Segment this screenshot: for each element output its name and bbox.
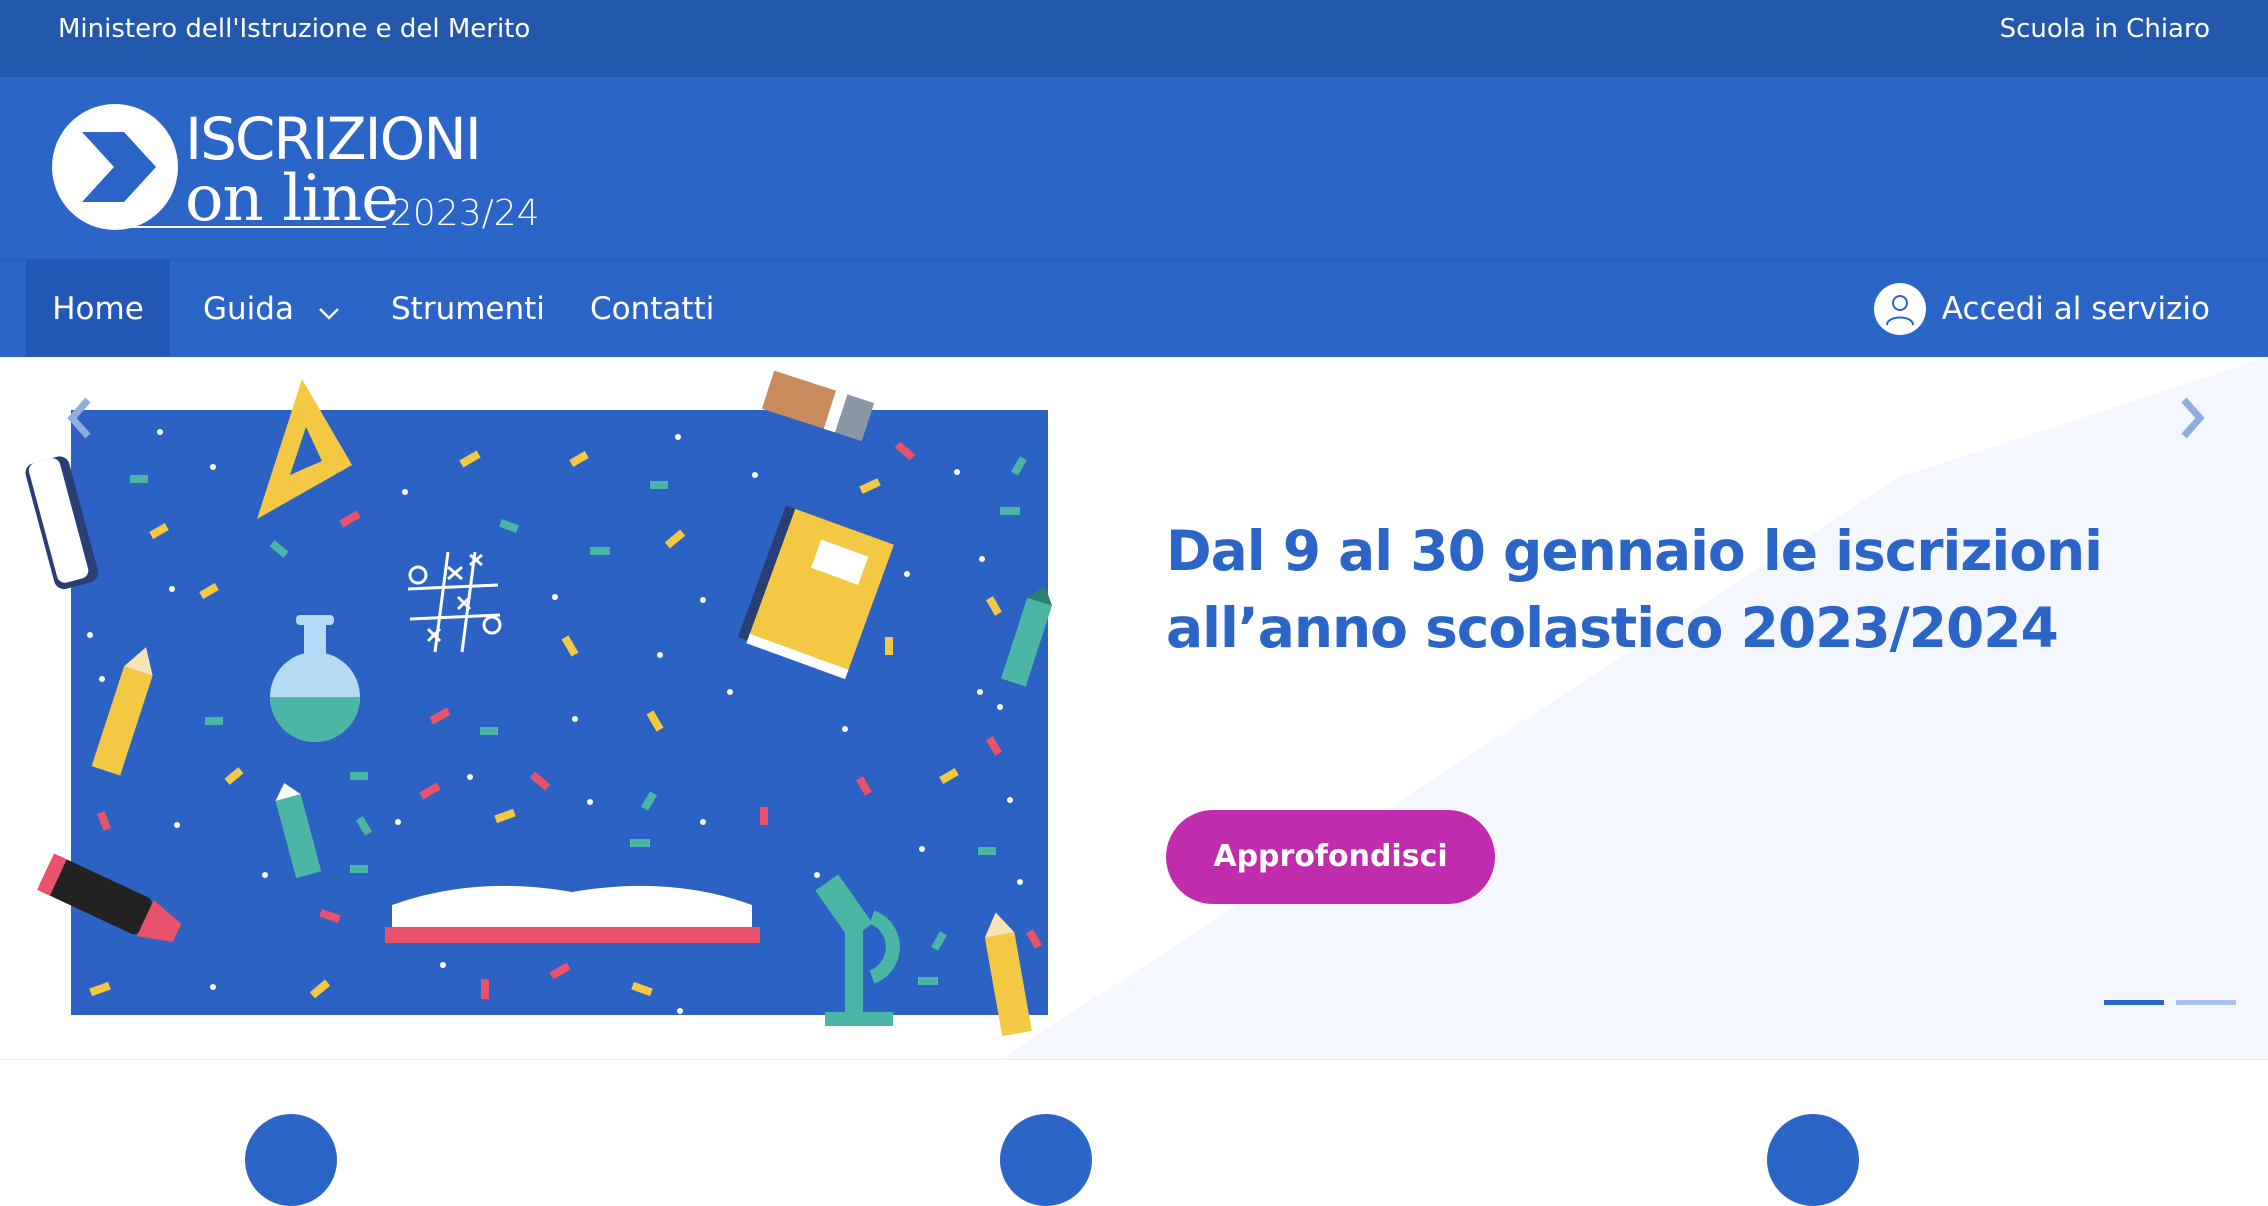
approfondisci-button[interactable]: Approfondisci: [1166, 810, 1495, 904]
nav-item-guida[interactable]: Guida: [203, 260, 340, 358]
chevron-down-icon: [318, 262, 340, 360]
hero-carousel: Dal 9 al 30 gennaio le iscrizioni all’an…: [0, 357, 2268, 1059]
chevron-right-icon[interactable]: [2174, 395, 2208, 445]
chevron-left-icon[interactable]: [64, 395, 98, 445]
main-navigation: Home Guida Strumenti Contatti Accedi al …: [0, 259, 2268, 358]
nav-item-contatti[interactable]: Contatti: [590, 260, 714, 358]
login-label: Accedi al servizio: [1941, 291, 2210, 327]
logo-underline: [130, 226, 386, 228]
logo-year: 2023/24: [390, 193, 540, 234]
hero-illustration: [25, 370, 1053, 1037]
user-icon: [1873, 283, 1926, 335]
feature-icon-1[interactable]: [245, 1114, 337, 1206]
logo-subtitle[interactable]: on line: [185, 162, 399, 236]
features-section: [0, 1059, 2268, 1206]
site-header: ISCRIZIONI on line 2023/24: [0, 77, 2268, 259]
feature-icon-2[interactable]: [1000, 1114, 1092, 1206]
nav-item-guida-label: Guida: [203, 291, 294, 327]
scuola-in-chiaro-link[interactable]: Scuola in Chiaro: [2000, 14, 2210, 44]
ministry-link[interactable]: Ministero dell'Istruzione e del Merito: [58, 14, 530, 44]
logo-chevron-icon[interactable]: [52, 104, 178, 230]
nav-item-strumenti[interactable]: Strumenti: [391, 260, 545, 358]
carousel-dot-2[interactable]: [2176, 1000, 2236, 1005]
hero-title-line-2: all’anno scolastico 2023/2024: [1166, 596, 2059, 660]
carousel-dot-1[interactable]: [2104, 1000, 2164, 1005]
login-link[interactable]: Accedi al servizio: [1873, 260, 2210, 358]
feature-icon-3[interactable]: [1767, 1114, 1859, 1206]
nav-item-home[interactable]: Home: [26, 260, 170, 358]
hero-title-line-1: Dal 9 al 30 gennaio le iscrizioni: [1166, 519, 2103, 583]
top-bar: Ministero dell'Istruzione e del Merito S…: [0, 0, 2268, 77]
hero-title: Dal 9 al 30 gennaio le iscrizioni all’an…: [1166, 513, 2126, 667]
